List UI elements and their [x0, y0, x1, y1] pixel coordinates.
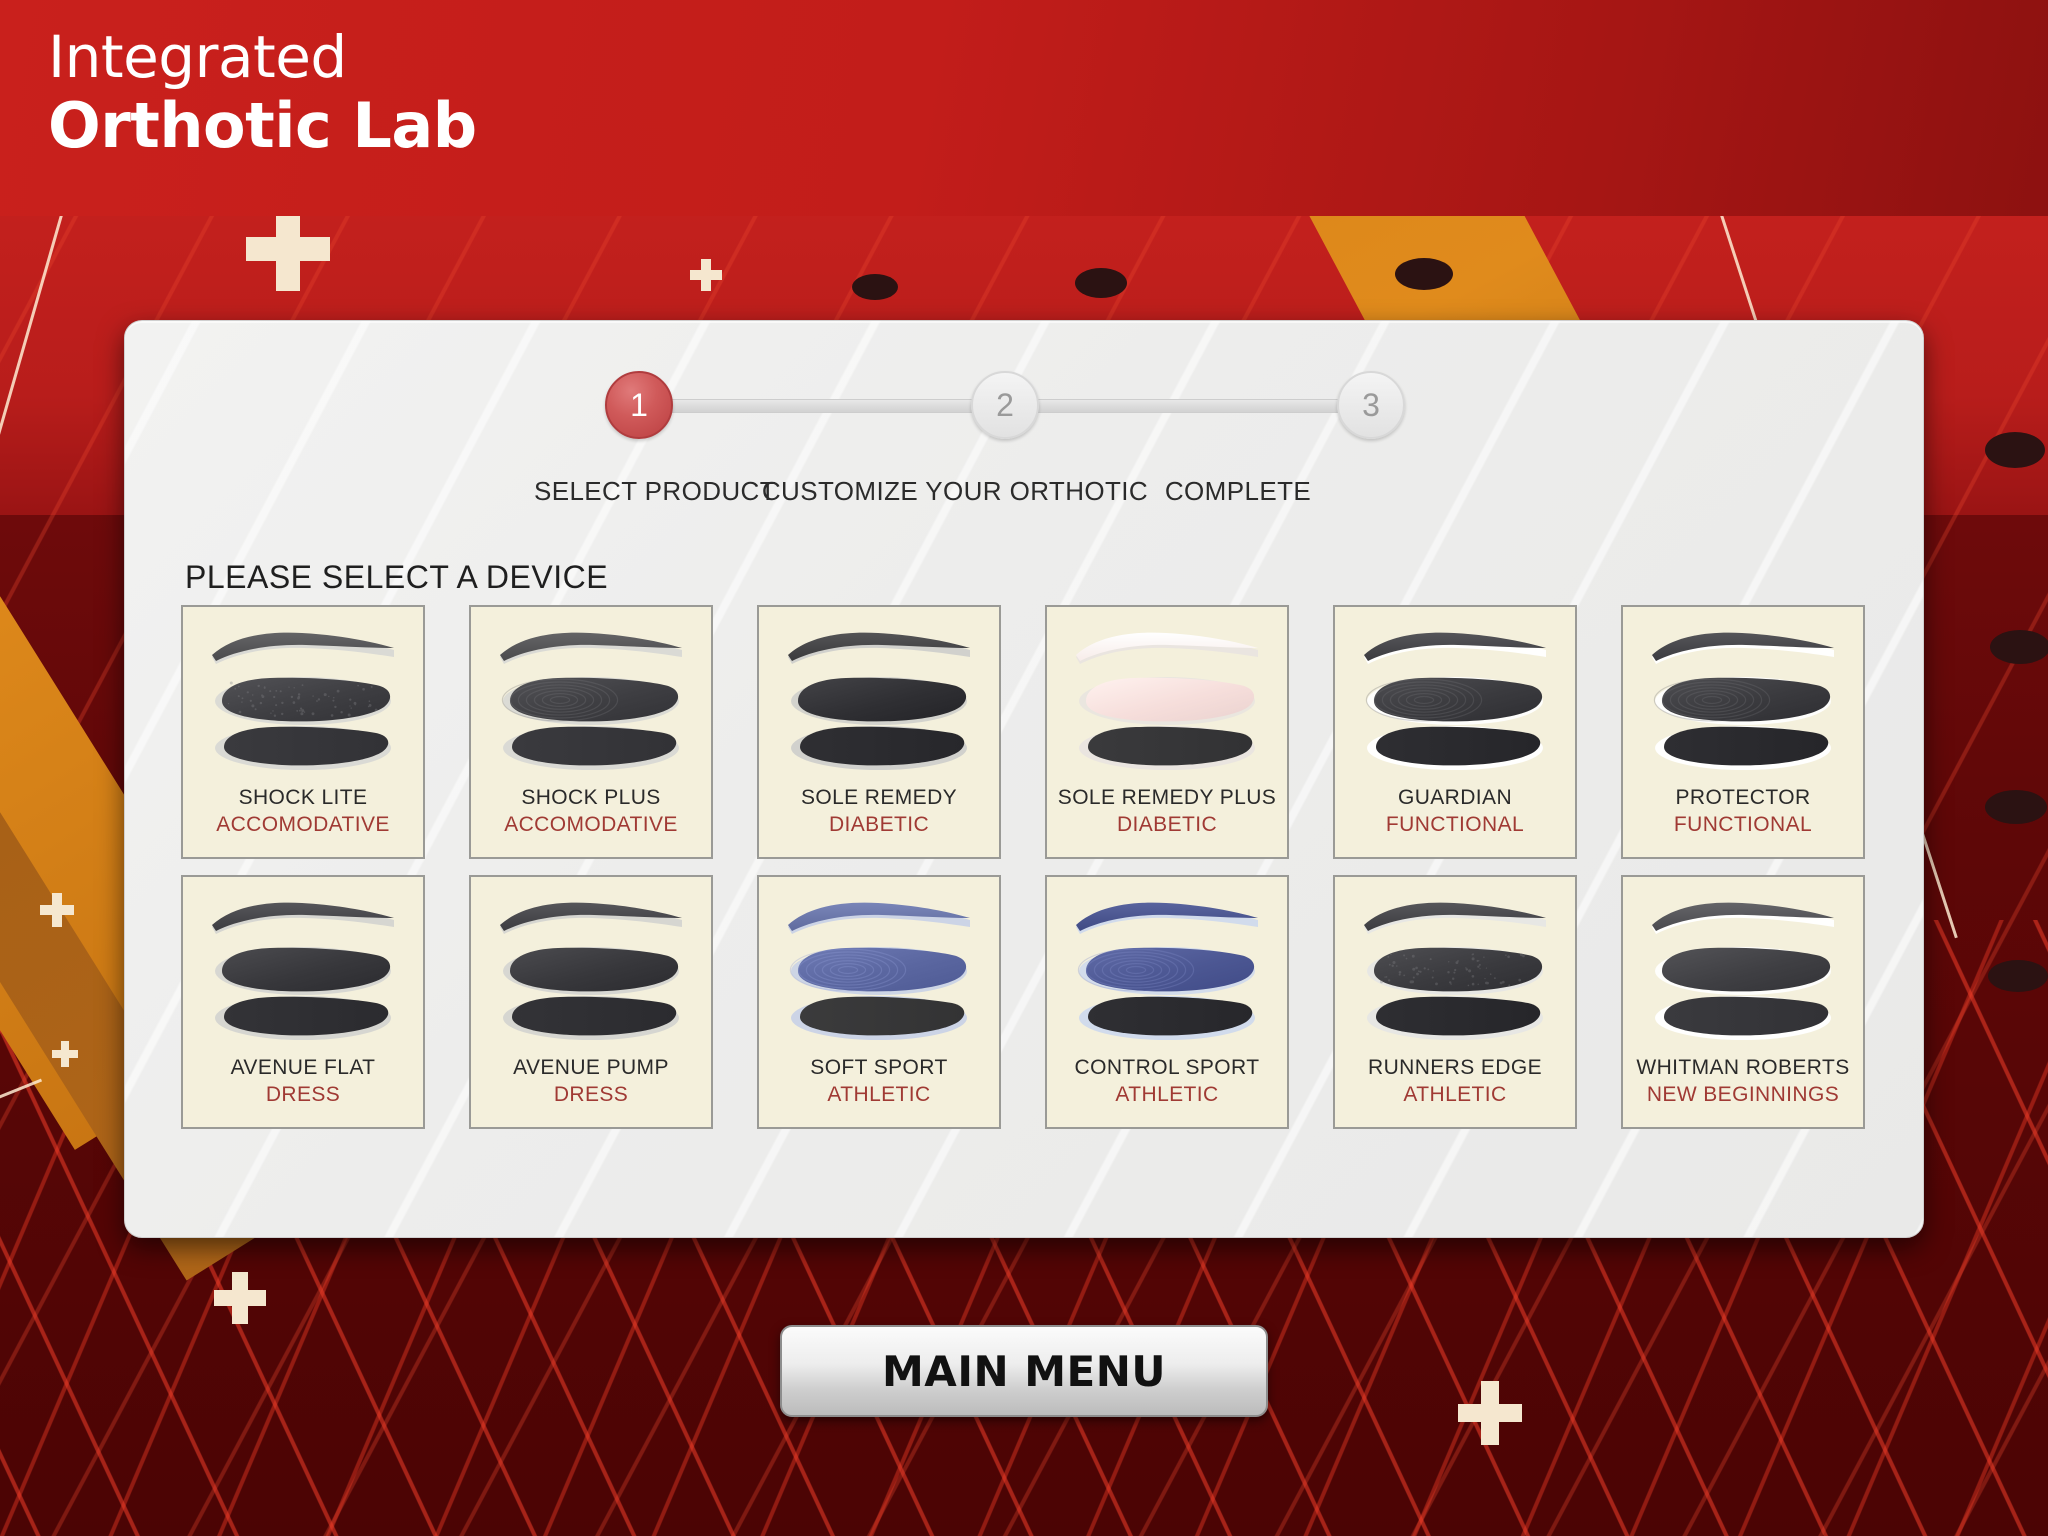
product-thumbnail — [486, 617, 696, 785]
product-thumbnail — [198, 617, 408, 785]
product-thumbnail — [1062, 617, 1272, 785]
background-blob-6 — [1985, 790, 2047, 824]
product-name: CONTROL SPORT — [1075, 1055, 1260, 1081]
product-thumbnail — [774, 617, 984, 785]
logo-line-1: Integrated — [48, 24, 477, 90]
product-grid: SHOCK LITE ACCOMODATIVE SHOCK PLUS ACCOMODA… — [181, 605, 1861, 1129]
product-category: ACCOMODATIVE — [216, 811, 390, 839]
product-name: SOLE REMEDY — [801, 785, 957, 811]
product-category: FUNCTIONAL — [1386, 811, 1524, 839]
product-name: RUNNERS EDGE — [1368, 1055, 1542, 1081]
product-thumbnail — [1062, 887, 1272, 1055]
product-thumbnail — [198, 887, 408, 1055]
plus-icon-mid-left-v — [52, 893, 62, 927]
step-number-1: 1 — [630, 387, 648, 424]
product-card[interactable]: SOFT SPORT ATHLETIC — [757, 875, 1001, 1129]
step-label-3: COMPLETE — [1088, 476, 1388, 507]
product-card[interactable]: AVENUE FLAT DRESS — [181, 875, 425, 1129]
background-blob-3 — [1395, 258, 1453, 290]
step-node-1[interactable]: 1 — [605, 371, 673, 439]
product-category: ATHLETIC — [1403, 1081, 1506, 1109]
main-menu-label: MAIN MENU — [882, 1347, 1166, 1396]
plus-icon-small-top-v — [701, 259, 711, 291]
step-number-2: 2 — [996, 387, 1014, 424]
stepper-labels: SELECT PRODUCT CUSTOMIZE YOUR ORTHOTIC C… — [505, 476, 1505, 516]
product-name: WHITMAN ROBERTS — [1636, 1055, 1849, 1081]
plus-icon-large-left-v — [276, 207, 300, 291]
section-title: PLEASE SELECT A DEVICE — [185, 559, 608, 596]
product-name: PROTECTOR — [1675, 785, 1810, 811]
logo-line-2: Orthotic Lab — [48, 90, 477, 162]
product-name: AVENUE PUMP — [513, 1055, 669, 1081]
background-blob-2 — [1075, 268, 1127, 298]
product-thumbnail — [774, 887, 984, 1055]
product-card[interactable]: AVENUE PUMP DRESS — [469, 875, 713, 1129]
step-number-3: 3 — [1362, 387, 1380, 424]
plus-icon-bottom-left-v — [232, 1272, 248, 1324]
product-card[interactable]: SOLE REMEDY DIABETIC — [757, 605, 1001, 859]
plus-icon-bottom-right-v — [1481, 1381, 1499, 1445]
brand-logo: Integrated Orthotic Lab — [48, 24, 477, 162]
product-card[interactable]: PROTECTOR FUNCTIONAL — [1621, 605, 1865, 859]
product-category: DRESS — [266, 1081, 340, 1109]
product-name: GUARDIAN — [1398, 785, 1512, 811]
product-category: ATHLETIC — [1115, 1081, 1218, 1109]
step-node-3[interactable]: 3 — [1337, 371, 1405, 439]
product-category: DRESS — [554, 1081, 628, 1109]
product-category: FUNCTIONAL — [1674, 811, 1812, 839]
product-card[interactable]: RUNNERS EDGE ATHLETIC — [1333, 875, 1577, 1129]
background-blob-7 — [1988, 960, 2048, 992]
product-category: DIABETIC — [1117, 811, 1217, 839]
product-card[interactable]: SOLE REMEDY PLUS DIABETIC — [1045, 605, 1289, 859]
product-thumbnail — [486, 887, 696, 1055]
product-category: DIABETIC — [829, 811, 929, 839]
product-thumbnail — [1350, 617, 1560, 785]
step-node-2[interactable]: 2 — [971, 371, 1039, 439]
product-name: SOLE REMEDY PLUS — [1058, 785, 1276, 811]
background-blob-5 — [1990, 630, 2048, 664]
progress-stepper: 1 2 3 — [605, 371, 1405, 441]
app-header: Integrated Orthotic Lab — [0, 0, 2048, 216]
product-card[interactable]: SHOCK PLUS ACCOMODATIVE — [469, 605, 713, 859]
plus-icon-mid-left-2-v — [61, 1041, 69, 1067]
product-name: SHOCK LITE — [239, 785, 368, 811]
product-card[interactable]: WHITMAN ROBERTS NEW BEGINNINGS — [1621, 875, 1865, 1129]
product-category: NEW BEGINNINGS — [1647, 1081, 1839, 1109]
product-category: ATHLETIC — [827, 1081, 930, 1109]
product-name: SHOCK PLUS — [521, 785, 660, 811]
product-card[interactable]: SHOCK LITE ACCOMODATIVE — [181, 605, 425, 859]
product-name: SOFT SPORT — [810, 1055, 947, 1081]
app-root: Integrated Orthotic Lab 1 2 3 SELECT PRO… — [0, 0, 2048, 1536]
background-blob-1 — [852, 274, 898, 300]
product-thumbnail — [1638, 617, 1848, 785]
main-panel: 1 2 3 SELECT PRODUCT CUSTOMIZE YOUR ORTH… — [124, 320, 1924, 1238]
product-category: ACCOMODATIVE — [504, 811, 678, 839]
product-thumbnail — [1638, 887, 1848, 1055]
background-blob-4 — [1985, 432, 2045, 468]
product-card[interactable]: CONTROL SPORT ATHLETIC — [1045, 875, 1289, 1129]
main-menu-button[interactable]: MAIN MENU — [780, 1325, 1268, 1417]
product-thumbnail — [1350, 887, 1560, 1055]
product-card[interactable]: GUARDIAN FUNCTIONAL — [1333, 605, 1577, 859]
product-name: AVENUE FLAT — [231, 1055, 376, 1081]
